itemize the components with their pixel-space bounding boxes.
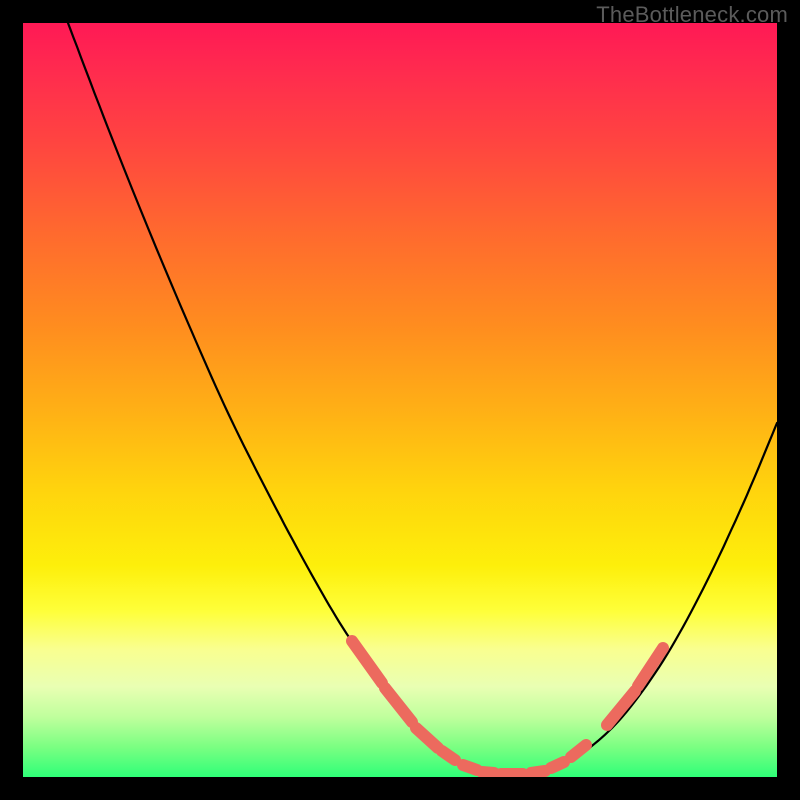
plot-area [23, 23, 777, 777]
marker-group [352, 641, 663, 774]
bottleneck-curve [68, 23, 777, 775]
right-arm-segment [551, 762, 564, 768]
right-arm-segment [571, 745, 586, 757]
left-arm-segment [385, 688, 412, 722]
chart-container: TheBottleneck.com [0, 0, 800, 800]
left-arm-segment [442, 751, 455, 760]
bottom-segment [531, 771, 545, 773]
site-watermark: TheBottleneck.com [596, 2, 788, 28]
bottleneck-curve-svg [23, 23, 777, 777]
left-arm-segment [416, 728, 438, 748]
bottom-segment [482, 772, 494, 773]
bottom-segment [463, 765, 477, 770]
left-arm-segment [352, 641, 382, 683]
